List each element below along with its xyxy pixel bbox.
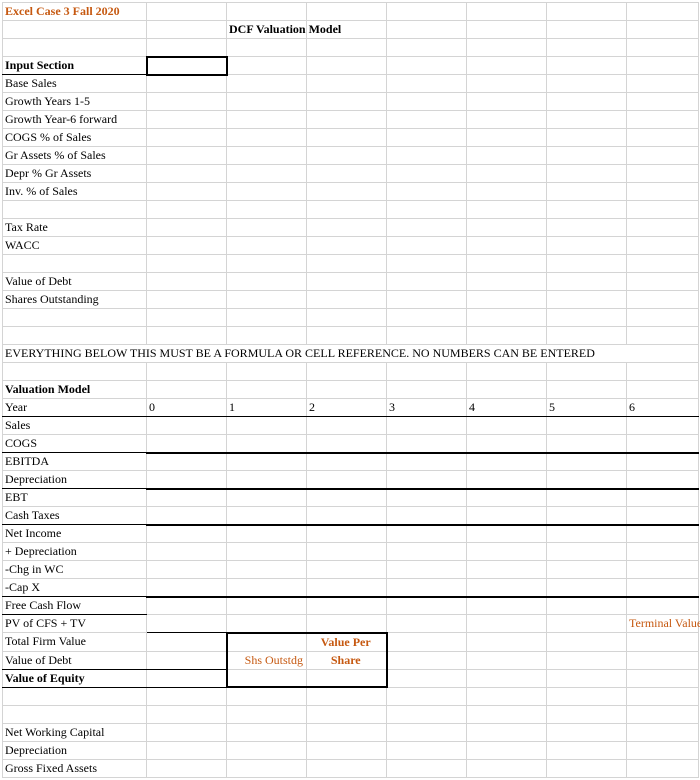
cell[interactable] bbox=[147, 129, 227, 147]
row-label: Growth Year-6 forward bbox=[3, 111, 147, 129]
cell[interactable] bbox=[147, 273, 227, 291]
cell[interactable] bbox=[627, 3, 699, 21]
row-label: Depreciation bbox=[3, 741, 147, 759]
shs-outstdg-label: Shs Outstdg bbox=[227, 651, 307, 669]
row-label: WACC bbox=[3, 237, 147, 255]
cell[interactable] bbox=[387, 3, 467, 21]
year-5: 5 bbox=[547, 399, 627, 417]
row-label: + Depreciation bbox=[3, 543, 147, 561]
row-label: Inv. % of Sales bbox=[3, 183, 147, 201]
row-label: Tax Rate bbox=[3, 219, 147, 237]
cell[interactable] bbox=[147, 291, 227, 309]
row-label: Cash Taxes bbox=[3, 507, 147, 525]
row-label: Depreciation bbox=[3, 471, 147, 489]
year-1: 1 bbox=[227, 399, 307, 417]
cell[interactable] bbox=[227, 633, 307, 652]
row-label: Value of Debt bbox=[3, 273, 147, 291]
cell[interactable] bbox=[147, 3, 227, 21]
row-label: COGS bbox=[3, 435, 147, 453]
cell[interactable] bbox=[627, 21, 699, 39]
formula-note: EVERYTHING BELOW THIS MUST BE A FORMULA … bbox=[3, 345, 699, 363]
row-label: PV of CFS + TV bbox=[3, 615, 147, 633]
cell[interactable] bbox=[387, 21, 467, 39]
model-title: DCF Valuation Model bbox=[227, 21, 307, 39]
cell[interactable] bbox=[547, 3, 627, 21]
row-label: Growth Years 1-5 bbox=[3, 93, 147, 111]
cell[interactable] bbox=[3, 21, 147, 39]
cell[interactable] bbox=[227, 3, 307, 21]
row-label: Base Sales bbox=[3, 75, 147, 93]
year-3: 3 bbox=[387, 399, 467, 417]
cell[interactable] bbox=[147, 147, 227, 165]
cell[interactable] bbox=[147, 165, 227, 183]
spreadsheet: Excel Case 3 Fall 2020 DCF Valuation Mod… bbox=[2, 2, 699, 778]
cell[interactable] bbox=[147, 219, 227, 237]
row-label: Net Income bbox=[3, 525, 147, 543]
row-label: Gross Fixed Assets bbox=[3, 759, 147, 777]
row-label: -Chg in WC bbox=[3, 561, 147, 579]
cell[interactable] bbox=[547, 21, 627, 39]
year-2: 2 bbox=[307, 399, 387, 417]
cell[interactable] bbox=[467, 21, 547, 39]
cell[interactable] bbox=[147, 183, 227, 201]
year-0: 0 bbox=[147, 399, 227, 417]
cell[interactable] bbox=[147, 111, 227, 129]
case-title: Excel Case 3 Fall 2020 bbox=[3, 3, 147, 21]
row-label: Value of Debt bbox=[3, 651, 147, 669]
input-section-value[interactable] bbox=[147, 57, 227, 75]
row-label: Net Working Capital bbox=[3, 723, 147, 741]
input-section-heading: Input Section bbox=[3, 57, 147, 75]
row-label: EBT bbox=[3, 489, 147, 507]
cell[interactable] bbox=[467, 3, 547, 21]
row-label: EBITDA bbox=[3, 453, 147, 471]
year-label: Year bbox=[3, 399, 147, 417]
row-label: Depr % Gr Assets bbox=[3, 165, 147, 183]
year-4: 4 bbox=[467, 399, 547, 417]
share-label: Share bbox=[307, 651, 387, 669]
row-label: Free Cash Flow bbox=[3, 597, 147, 615]
terminal-value-label: Terminal Value bbox=[627, 615, 699, 633]
row-label: Shares Outstanding bbox=[3, 291, 147, 309]
cell[interactable] bbox=[147, 75, 227, 93]
row-label: -Cap X bbox=[3, 579, 147, 597]
row-label: COGS % of Sales bbox=[3, 129, 147, 147]
row-label: Sales bbox=[3, 417, 147, 435]
cell[interactable] bbox=[147, 21, 227, 39]
year-6: 6 bbox=[627, 399, 699, 417]
row-label: Total Firm Value bbox=[3, 633, 147, 652]
cell[interactable] bbox=[147, 237, 227, 255]
cell[interactable] bbox=[147, 93, 227, 111]
cell[interactable] bbox=[307, 3, 387, 21]
valuation-model-heading: Valuation Model bbox=[3, 381, 147, 399]
row-label: Gr Assets % of Sales bbox=[3, 147, 147, 165]
value-per-label: Value Per bbox=[307, 633, 387, 652]
